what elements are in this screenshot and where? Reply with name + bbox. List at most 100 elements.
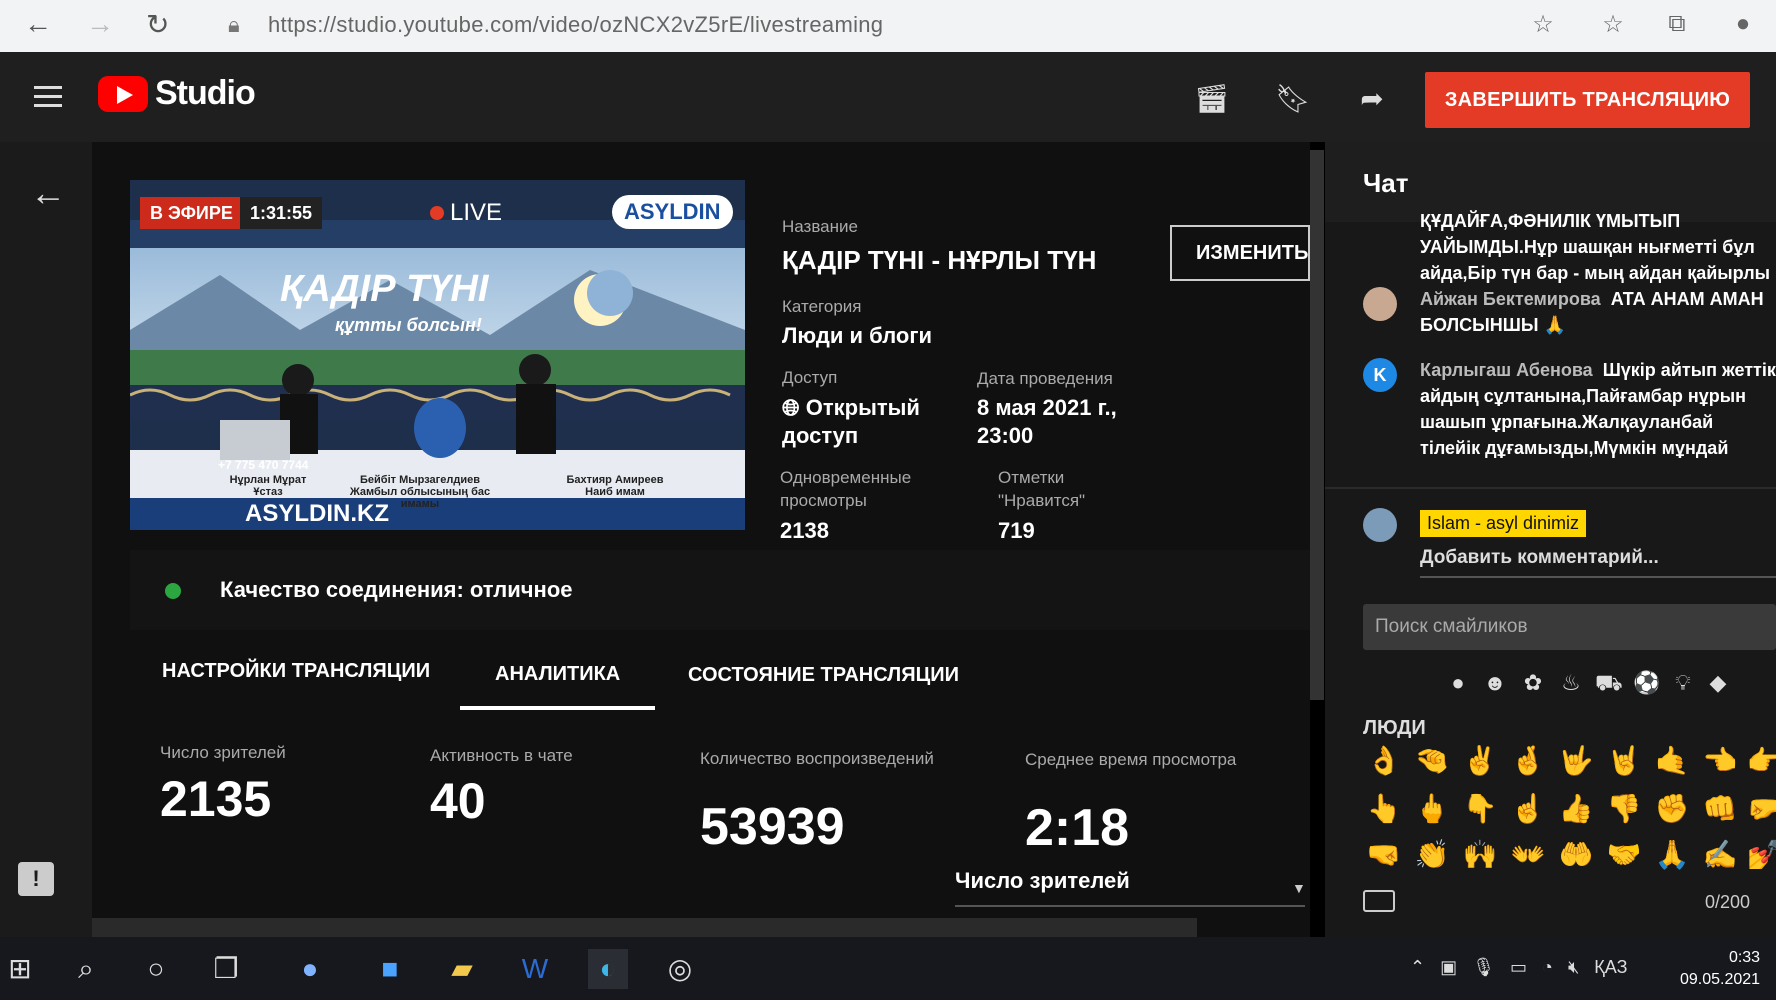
emoji-icon[interactable]: 🤛 <box>1745 790 1776 828</box>
activity-emoji-icon[interactable]: ⚽ <box>1633 670 1660 696</box>
file-explorer-icon[interactable]: ▰ <box>442 949 482 989</box>
emoji-icon[interactable]: 💅 <box>1745 836 1776 874</box>
edge-icon[interactable]: ◐ <box>588 949 628 989</box>
lock-icon[interactable]: 🔒︎ <box>228 12 240 38</box>
end-stream-button[interactable]: ЗАВЕРШИТЬ ТРАНСЛЯЦИЮ <box>1425 72 1750 128</box>
avatar: K <box>1363 358 1397 392</box>
add-favorite-icon[interactable]: ☆ <box>1528 10 1558 40</box>
emoji-icon[interactable]: 👎 <box>1605 790 1643 828</box>
horizontal-scrollbar[interactable] <box>92 918 1197 938</box>
tab-stream-settings[interactable]: НАСТРОЙКИ ТРАНСЛЯЦИИ <box>162 660 430 683</box>
wifi-icon[interactable]: ◔ <box>1542 957 1553 977</box>
speaker-mute-icon[interactable]: 🔇︎ <box>1568 957 1579 977</box>
share-icon[interactable]: ➦ <box>1355 82 1389 114</box>
profile-icon[interactable]: ● <box>1728 10 1758 40</box>
preview-title-art: ҚАДІР ТҮНІ <box>280 268 489 310</box>
url-text[interactable]: https://studio.youtube.com/video/ozNCX2v… <box>268 12 883 38</box>
cortana-icon[interactable]: ○ <box>136 949 176 989</box>
emoji-icon[interactable]: ✊ <box>1653 790 1691 828</box>
active-tab-indicator <box>460 706 655 710</box>
emoji-icon[interactable]: 🤲 <box>1557 836 1595 874</box>
tab-stream-health[interactable]: СОСТОЯНИЕ ТРАНСЛЯЦИИ <box>688 664 959 687</box>
title-label: Название <box>782 217 858 236</box>
chat-author-1[interactable]: Айжан Бектемирова <box>1420 289 1601 309</box>
bookmark-icon[interactable]: 🔖︎ <box>1275 82 1311 114</box>
emoji-category-label: ЛЮДИ <box>1363 717 1426 739</box>
emoji-icon[interactable]: 👏 <box>1413 836 1451 874</box>
emoji-icon[interactable]: 🤜 <box>1365 836 1403 874</box>
metric-dropdown[interactable]: Число зрителей <box>955 868 1130 894</box>
back-icon[interactable]: ← <box>24 8 52 40</box>
stream-timer: 1:31:55 <box>240 197 323 229</box>
menu-icon[interactable] <box>34 86 62 107</box>
youtube-logo-icon[interactable] <box>98 76 148 112</box>
emoji-icon[interactable]: ☝ <box>1509 790 1547 828</box>
obs-icon[interactable]: ◎ <box>660 949 700 989</box>
system-tray[interactable]: ⌃ ▣ 🎙︎ ▭ ◔ 🔇︎ ҚАЗ <box>1410 957 1627 978</box>
microphone-icon[interactable]: 🎙︎ <box>1472 957 1495 977</box>
emoji-icon[interactable]: 👍 <box>1557 790 1595 828</box>
chat-message-1: Айжан Бектемирова АТА АНАМ АМАН БОЛСЫНШЫ… <box>1420 286 1776 342</box>
video-preview[interactable]: ҚАДІР ТҮНІ құтты болсын! +7 775 470 7744… <box>130 180 745 530</box>
emoji-icon[interactable]: 🤏 <box>1413 742 1451 780</box>
word-icon[interactable]: W <box>515 949 555 989</box>
feedback-icon[interactable]: ! <box>18 862 54 896</box>
access-line1: Открытый <box>805 395 920 420</box>
symbols-emoji-icon[interactable]: ◆ <box>1705 670 1731 696</box>
keyboard-icon[interactable] <box>1363 890 1395 912</box>
emoji-icon[interactable]: 🖕 <box>1413 790 1451 828</box>
clapperboard-icon[interactable]: 🎬︎ <box>1194 82 1230 114</box>
chat-activity-label: Активность в чате <box>430 746 573 765</box>
emoji-search-input[interactable]: Поиск смайликов <box>1363 604 1776 650</box>
studio-logo-text[interactable]: Studio <box>155 74 256 113</box>
travel-emoji-icon[interactable]: ⛟ <box>1595 670 1623 696</box>
connection-quality-row: Качество соединения: отличное <box>130 550 1310 630</box>
clock-date: 09.05.2021 <box>1680 971 1761 988</box>
emoji-icon[interactable]: 👉 <box>1745 742 1776 780</box>
recent-emoji-icon[interactable]: ● <box>1445 670 1471 696</box>
food-emoji-icon[interactable]: ♨ <box>1558 670 1584 696</box>
emoji-icon[interactable]: 👇 <box>1461 790 1499 828</box>
live-dot-icon <box>430 206 444 220</box>
task-view-icon[interactable]: ❐ <box>206 949 246 989</box>
emoji-icon[interactable]: ✍ <box>1701 836 1739 874</box>
nature-emoji-icon[interactable]: ✿ <box>1520 670 1546 696</box>
emoji-icon[interactable]: 🤘 <box>1605 742 1643 780</box>
emoji-icon[interactable]: 👊 <box>1701 790 1739 828</box>
main-scrollbar[interactable] <box>1310 150 1324 700</box>
emoji-icon[interactable]: 🤞 <box>1509 742 1547 780</box>
emoji-icon[interactable]: 🙏 <box>1653 836 1691 874</box>
edit-button[interactable]: ИЗМЕНИТЬ <box>1170 225 1310 281</box>
people-emoji-icon[interactable]: ☻ <box>1482 670 1508 696</box>
search-icon[interactable]: ⌕ <box>66 949 106 989</box>
emoji-icon[interactable]: 👌 <box>1365 742 1403 780</box>
emoji-icon[interactable]: 👆 <box>1365 790 1403 828</box>
emoji-icon[interactable]: 🤝 <box>1605 836 1643 874</box>
add-comment-input[interactable]: Добавить комментарий... <box>1420 547 1659 569</box>
emoji-icon[interactable]: 🤙 <box>1653 742 1691 780</box>
tab-analytics[interactable]: АНАЛИТИКА <box>495 663 620 686</box>
emoji-icon[interactable]: 🤟 <box>1557 742 1595 780</box>
emoji-icon[interactable]: ✌ <box>1461 742 1499 780</box>
live-badge: LIVE <box>430 197 502 229</box>
network-icon[interactable]: ▣ <box>1440 957 1457 977</box>
guest3-name: Бахтияр Амиреев <box>566 474 664 486</box>
emoji-icon[interactable]: 👐 <box>1509 836 1547 874</box>
app-icon[interactable]: ● <box>290 949 330 989</box>
input-language[interactable]: ҚАЗ <box>1594 957 1627 977</box>
chat-author-2[interactable]: Карлыгаш Абенова <box>1420 360 1593 380</box>
clock[interactable]: 0:33 09.05.2021 <box>1680 947 1760 991</box>
battery-icon[interactable]: ▭ <box>1510 957 1527 977</box>
forward-icon[interactable]: → <box>86 8 114 40</box>
favorites-icon[interactable]: ☆ <box>1598 10 1628 40</box>
back-arrow-icon[interactable]: ← <box>30 172 66 214</box>
reload-icon[interactable]: ↻ <box>146 8 169 41</box>
windows-start-icon[interactable]: ⊞ <box>0 949 40 989</box>
chevron-down-icon[interactable]: ▼ <box>1292 880 1306 896</box>
zoom-icon[interactable]: ■ <box>370 949 410 989</box>
emoji-icon[interactable]: 👈 <box>1701 742 1739 780</box>
chevron-up-icon[interactable]: ⌃ <box>1410 957 1425 977</box>
collections-icon[interactable]: ⧉ <box>1662 10 1692 40</box>
objects-emoji-icon[interactable]: 💡︎ <box>1670 670 1696 696</box>
emoji-icon[interactable]: 🙌 <box>1461 836 1499 874</box>
